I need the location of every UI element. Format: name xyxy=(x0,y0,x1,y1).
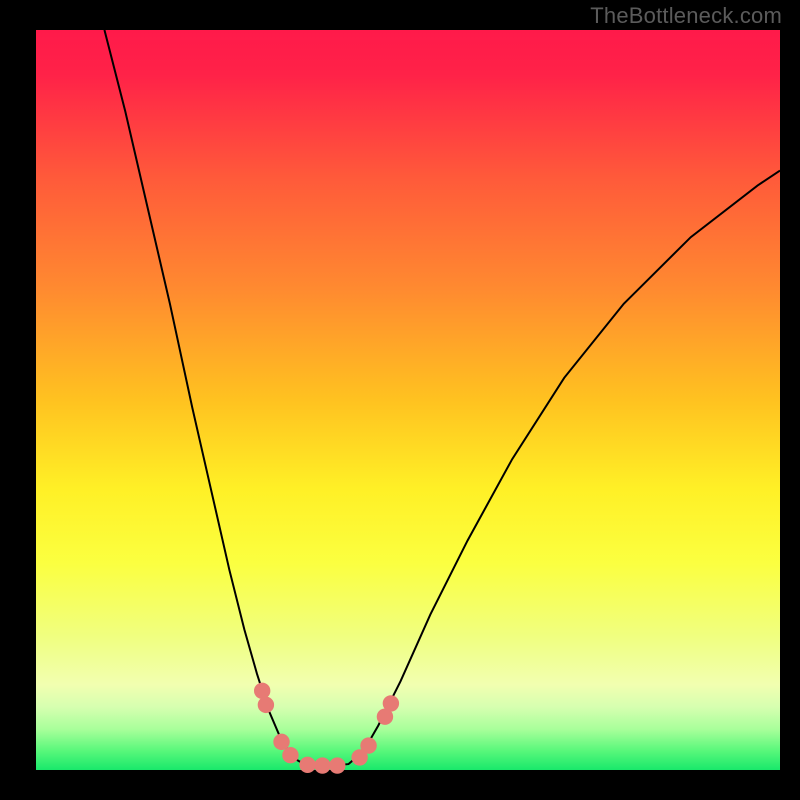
curve-marker xyxy=(360,737,376,753)
plot-area xyxy=(36,30,780,770)
curve-marker xyxy=(299,757,315,773)
curve-marker xyxy=(329,757,345,773)
bottleneck-chart xyxy=(0,0,800,800)
curve-marker xyxy=(383,695,399,711)
curve-marker xyxy=(254,683,270,699)
curve-marker xyxy=(258,697,274,713)
curve-marker xyxy=(314,757,330,773)
curve-marker xyxy=(282,747,298,763)
watermark-text: TheBottleneck.com xyxy=(590,3,782,29)
curve-marker xyxy=(273,734,289,750)
chart-frame: TheBottleneck.com xyxy=(0,0,800,800)
